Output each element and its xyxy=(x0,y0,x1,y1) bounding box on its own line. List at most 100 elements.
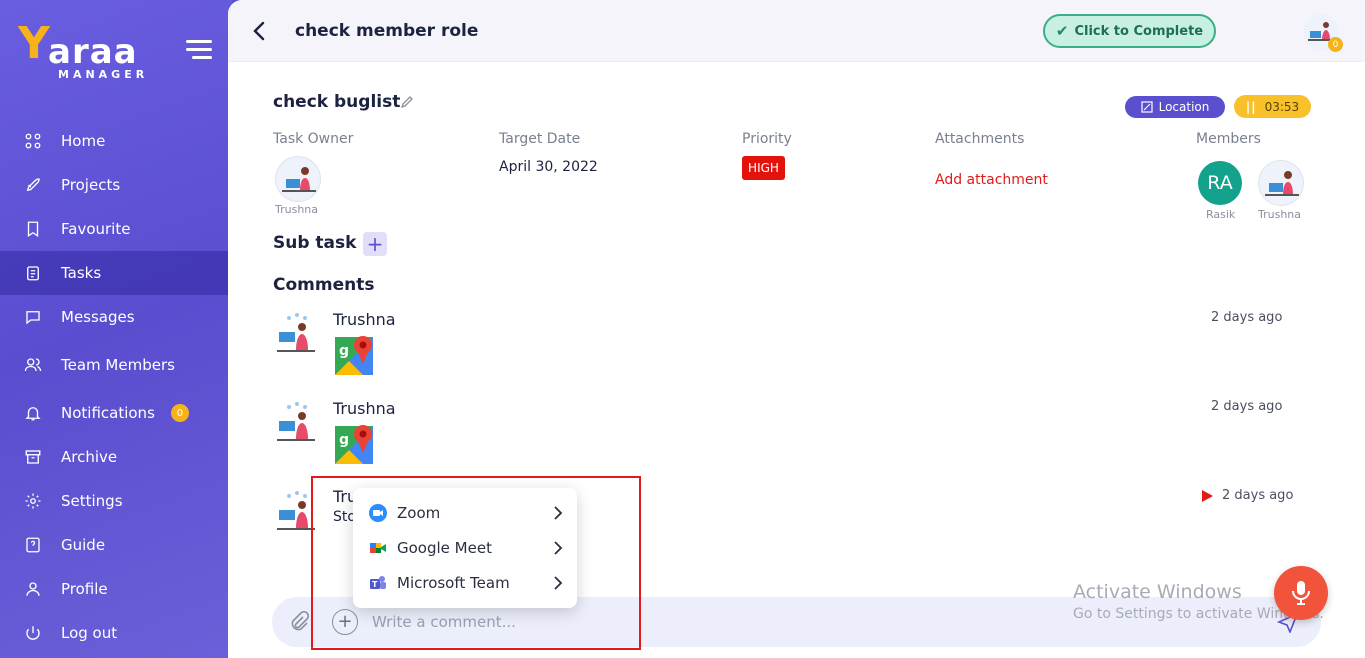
help-icon xyxy=(24,536,42,554)
google-maps-icon[interactable]: g xyxy=(333,333,377,377)
main-content: check member role ✔ Click to Complete 0 … xyxy=(228,0,1365,658)
power-icon xyxy=(24,624,42,642)
avatar-count-badge: 0 xyxy=(1328,37,1343,52)
play-icon[interactable] xyxy=(1201,490,1213,502)
comments-title: Comments xyxy=(273,275,375,295)
microphone-icon xyxy=(1292,581,1310,605)
svg-text:g: g xyxy=(339,432,349,448)
microphone-button[interactable] xyxy=(1274,566,1328,620)
person-at-desk-icon xyxy=(277,402,315,441)
page-title: check member role xyxy=(295,21,479,41)
chevron-right-icon xyxy=(554,576,563,590)
comment-time: 2 days ago xyxy=(1211,399,1283,414)
back-arrow-icon[interactable] xyxy=(252,20,266,42)
user-icon xyxy=(24,580,42,598)
menu-item-google-meet[interactable]: Google Meet xyxy=(353,531,577,565)
sidebar-item-label: Archive xyxy=(61,448,118,466)
google-maps-icon[interactable]: g xyxy=(333,422,377,466)
microsoft-teams-icon: T xyxy=(370,576,386,589)
sidebar-item-home[interactable]: Home xyxy=(0,119,228,163)
activate-windows-title: Activate Windows xyxy=(1073,581,1242,603)
sidebar-item-guide[interactable]: Guide xyxy=(0,523,228,567)
location-badge[interactable]: Location xyxy=(1125,96,1225,118)
chevron-right-icon xyxy=(554,541,563,555)
comment-author: Trushna xyxy=(333,310,396,329)
app-logo[interactable]: Y araa MANAGER xyxy=(18,16,158,86)
meeting-options-menu: Zoom Google Meet T Microsoft Team xyxy=(353,488,577,608)
google-meet-icon xyxy=(370,543,386,553)
gear-icon xyxy=(24,492,42,510)
comment-avatar xyxy=(275,399,319,447)
sidebar-item-label: Guide xyxy=(61,536,106,554)
add-subtask-button[interactable]: + xyxy=(363,232,387,256)
bell-icon xyxy=(24,404,42,422)
comment-author: Trushna xyxy=(333,399,396,418)
add-attachment-link[interactable]: Add attachment xyxy=(935,172,1048,188)
sidebar-item-team-members[interactable]: Team Members xyxy=(0,343,228,387)
sidebar-item-label: Messages xyxy=(61,308,135,326)
person-at-desk-icon xyxy=(277,313,315,352)
sidebar-item-label: Team Members xyxy=(61,356,175,374)
menu-item-microsoft-team[interactable]: T Microsoft Team xyxy=(353,566,577,600)
archive-icon xyxy=(24,448,42,466)
sidebar-item-profile[interactable]: Profile xyxy=(0,567,228,611)
person-at-desk-icon xyxy=(277,491,315,530)
add-meeting-button[interactable]: + xyxy=(332,609,358,635)
top-bar: check member role ✔ Click to Complete 0 xyxy=(228,0,1365,62)
target-date-label: Target Date xyxy=(499,131,581,147)
menu-item-label: Google Meet xyxy=(397,539,492,557)
pause-icon: || xyxy=(1245,99,1257,114)
sidebar-item-label: Home xyxy=(61,132,106,150)
attachments-label: Attachments xyxy=(935,131,1025,147)
user-avatar[interactable]: 0 xyxy=(1303,14,1343,52)
grid-icon xyxy=(24,132,42,150)
logo-subtitle: MANAGER xyxy=(58,68,149,81)
zoom-icon xyxy=(369,504,387,522)
menu-item-label: Zoom xyxy=(397,504,441,522)
svg-text:T: T xyxy=(372,580,378,589)
person-at-desk-icon xyxy=(282,167,316,192)
chat-icon xyxy=(24,308,42,326)
sidebar-item-logout[interactable]: Log out xyxy=(0,611,228,655)
member-avatar-trushna[interactable] xyxy=(1258,160,1304,206)
sidebar-item-label: Projects xyxy=(61,176,121,194)
location-badge-label: Location xyxy=(1158,100,1210,114)
timer-badge[interactable]: || 03:53 xyxy=(1234,95,1311,118)
menu-item-label: Microsoft Team xyxy=(397,574,510,592)
logo-word: araa xyxy=(48,32,138,72)
menu-item-zoom[interactable]: Zoom xyxy=(353,496,577,530)
sidebar-item-projects[interactable]: Projects xyxy=(0,163,228,207)
chevron-right-icon xyxy=(554,506,563,520)
comment-avatar xyxy=(275,488,319,536)
member-avatar-rasik[interactable]: RA xyxy=(1198,161,1242,205)
sidebar-item-label: Log out xyxy=(61,624,118,642)
priority-label: Priority xyxy=(742,131,792,147)
sidebar-item-messages[interactable]: Messages xyxy=(0,295,228,339)
comment-input[interactable] xyxy=(372,610,972,634)
timer-value: 03:53 xyxy=(1264,99,1300,114)
sidebar-item-favourite[interactable]: Favourite xyxy=(0,207,228,251)
sidebar-item-label: Settings xyxy=(61,492,123,510)
sidebar-item-label: Notifications xyxy=(61,404,155,422)
check-icon: ✔ xyxy=(1055,22,1069,40)
comment-time: 2 days ago xyxy=(1222,488,1294,503)
sidebar: Y araa MANAGER Home Projects Favourite T… xyxy=(0,0,232,658)
menu-toggle-icon[interactable] xyxy=(186,40,212,60)
svg-text:g: g xyxy=(339,343,349,359)
member-name: Trushna xyxy=(1258,208,1302,221)
paperclip-icon[interactable] xyxy=(288,611,310,633)
sidebar-item-notifications[interactable]: Notifications 0 xyxy=(0,391,228,435)
notifications-badge: 0 xyxy=(170,404,189,422)
complete-button[interactable]: ✔ Click to Complete xyxy=(1043,14,1216,48)
sidebar-item-label: Tasks xyxy=(61,264,102,282)
sidebar-item-settings[interactable]: Settings xyxy=(0,479,228,523)
complete-button-label: Click to Complete xyxy=(1074,23,1204,39)
task-title: check buglist xyxy=(273,92,401,112)
sidebar-item-label: Favourite xyxy=(61,220,131,238)
sidebar-item-tasks[interactable]: Tasks xyxy=(0,251,228,295)
pencil-icon[interactable] xyxy=(400,95,414,109)
comment-avatar xyxy=(275,310,319,358)
bookmark-icon xyxy=(24,220,42,238)
logo-mark: Y xyxy=(18,18,50,69)
sidebar-item-archive[interactable]: Archive xyxy=(0,435,228,479)
